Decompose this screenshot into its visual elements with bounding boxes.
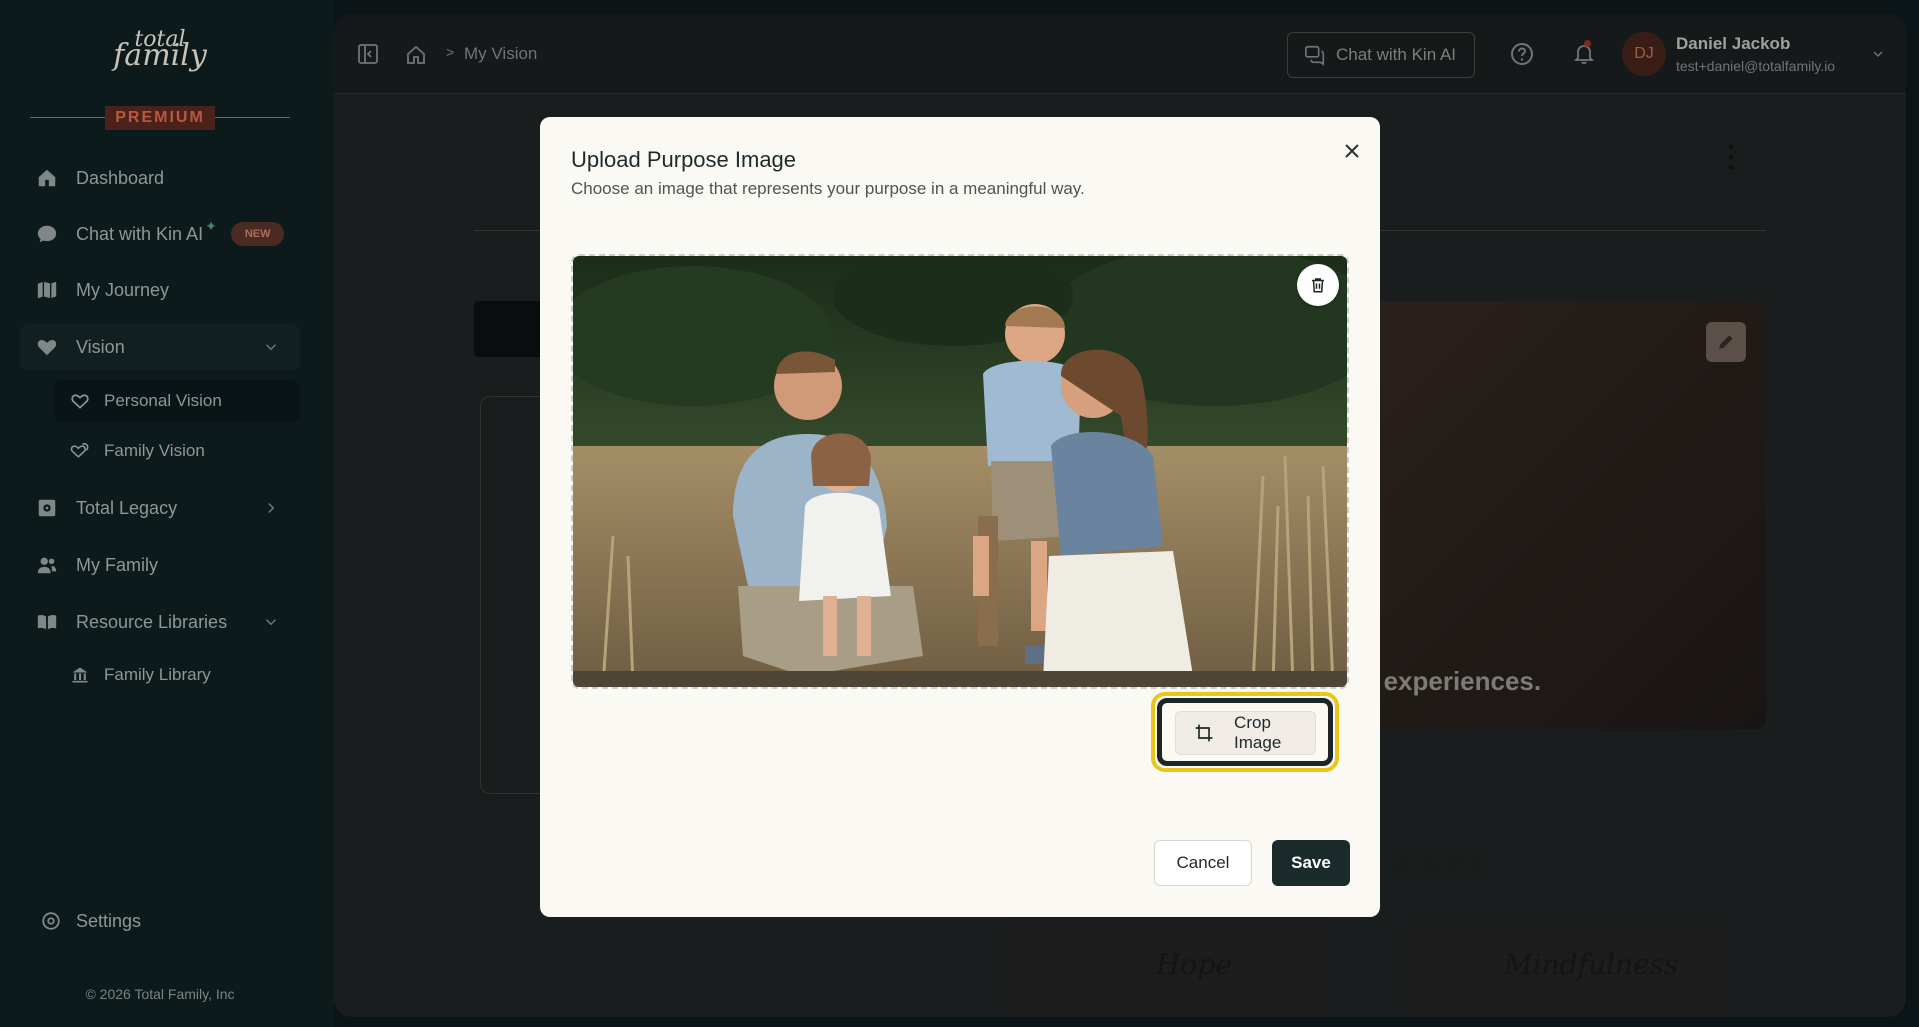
- vault-icon: [34, 495, 60, 521]
- cancel-button[interactable]: Cancel: [1154, 840, 1252, 886]
- chevron-down-icon: [265, 619, 277, 626]
- pencil-icon: [1719, 335, 1733, 349]
- crop-icon: [1195, 724, 1213, 742]
- new-badge: NEW: [230, 222, 285, 246]
- upload-purpose-image-dialog: Upload Purpose Image Choose an image tha…: [540, 117, 1380, 917]
- family-photo: [573, 256, 1347, 687]
- chat-with-kin-ai-button[interactable]: Chat with Kin AI: [1287, 32, 1475, 78]
- heart-outline-icon: [71, 394, 89, 409]
- gear-icon: [42, 912, 60, 930]
- avatar[interactable]: DJ: [1622, 32, 1666, 76]
- premium-badge: PREMIUM: [105, 106, 215, 130]
- notification-dot: [1584, 40, 1591, 47]
- home-icon: [34, 165, 60, 191]
- sidebar-item-family-vision[interactable]: Family Vision: [54, 430, 300, 472]
- home-icon[interactable]: [404, 43, 428, 67]
- breadcrumb-current: My Vision: [464, 44, 538, 63]
- values-heading: Values: [1370, 840, 1483, 880]
- dialog-subtitle: Choose an image that represents your pur…: [571, 179, 1085, 198]
- sidebar-item-family-library[interactable]: Family Library: [54, 654, 300, 696]
- sidebar: total family PREMIUM Dashboard Chat with…: [0, 0, 334, 1027]
- hearts-icon: [70, 443, 89, 458]
- copyright-text: © 2026 Total Family, Inc: [85, 986, 235, 1002]
- book-icon: [34, 609, 60, 635]
- chevron-right-icon: [268, 502, 275, 514]
- top-bar: > My Vision Chat with Kin AI DJ Daniel J…: [334, 14, 1906, 94]
- trash-icon: [1312, 278, 1324, 293]
- user-email: test+daniel@totalfamily.io: [1676, 58, 1836, 74]
- sidebar-item-vision[interactable]: Vision: [20, 324, 300, 370]
- sidebar-item-chat-with-kin-ai[interactable]: Chat with Kin AI ✦ NEW: [20, 211, 300, 257]
- map-icon: [34, 277, 60, 303]
- save-button[interactable]: Save: [1272, 840, 1350, 886]
- users-icon: [34, 552, 60, 578]
- edit-image-button[interactable]: [1706, 322, 1746, 362]
- dialog-title: Upload Purpose Image: [571, 147, 797, 172]
- chevron-down-icon: [265, 344, 277, 351]
- chat-bubbles-icon: [1305, 45, 1325, 66]
- chat-bubble-icon: [34, 221, 60, 247]
- uploaded-image-preview: [571, 254, 1349, 689]
- sidebar-item-my-journey[interactable]: My Journey: [20, 267, 300, 313]
- brand-logo[interactable]: total family: [110, 29, 210, 71]
- sidebar-item-settings[interactable]: Settings: [40, 910, 141, 932]
- sidebar-item-total-legacy[interactable]: Total Legacy: [20, 485, 300, 531]
- breadcrumb-separator: >: [446, 44, 455, 60]
- sidebar-toggle-icon[interactable]: [356, 42, 380, 66]
- value-word: Hope: [1156, 948, 1232, 981]
- sidebar-item-personal-vision[interactable]: Personal Vision: [54, 380, 300, 422]
- more-options-icon[interactable]: [1728, 144, 1734, 170]
- value-word: Mindfulness: [1504, 948, 1679, 981]
- heart-icon: [34, 334, 60, 360]
- close-icon[interactable]: [1340, 139, 1364, 163]
- sidebar-item-dashboard[interactable]: Dashboard: [20, 155, 300, 201]
- purpose-image-preview: [1326, 301, 1766, 729]
- chevron-down-icon[interactable]: [1870, 46, 1886, 62]
- sidebar-item-resource-libraries[interactable]: Resource Libraries: [20, 599, 300, 645]
- user-name: Daniel Jackob: [1676, 34, 1791, 53]
- sparkle-icon: ✦: [205, 217, 217, 234]
- tab-bar: [474, 301, 544, 357]
- help-icon[interactable]: [1510, 42, 1534, 66]
- library-icon: [72, 667, 88, 683]
- crop-image-button[interactable]: Crop Image: [1175, 711, 1316, 755]
- sidebar-item-my-family[interactable]: My Family: [20, 542, 300, 588]
- delete-image-button[interactable]: [1297, 264, 1339, 306]
